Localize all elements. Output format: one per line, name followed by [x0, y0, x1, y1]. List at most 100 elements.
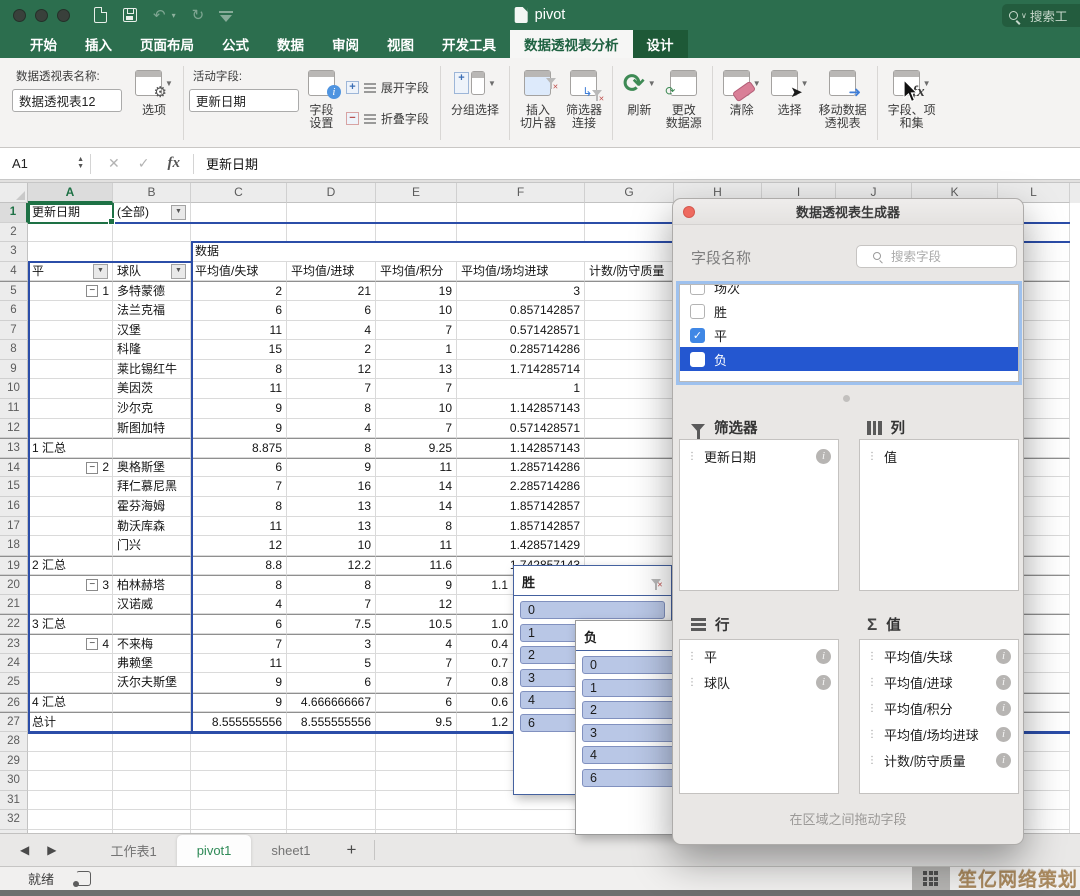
cell-F2[interactable] — [457, 223, 585, 243]
cell-A4[interactable]: 平▼ — [28, 262, 113, 282]
area-item-平均值/失球[interactable]: ⋮平均值/失球i — [860, 643, 1018, 669]
row-header-9[interactable]: 9 — [0, 360, 28, 380]
cell-D31[interactable] — [287, 791, 376, 811]
cell-A11[interactable] — [28, 399, 113, 419]
slicer-item-负-3[interactable]: 3 — [582, 724, 681, 742]
cell-D7[interactable]: 4 — [287, 321, 376, 341]
cell-C28[interactable] — [191, 732, 287, 752]
cell-B14[interactable]: 奥格斯堡 — [113, 458, 191, 478]
cell-B16[interactable]: 霍芬海姆 — [113, 497, 191, 517]
cell-E20[interactable]: 9 — [376, 575, 457, 595]
cell-E16[interactable]: 14 — [376, 497, 457, 517]
cell-E4[interactable]: 平均值/积分 — [376, 262, 457, 282]
row-header-32[interactable]: 32 — [0, 810, 28, 830]
cell-D4[interactable]: 平均值/进球 — [287, 262, 376, 282]
cell-E17[interactable]: 8 — [376, 517, 457, 537]
collapse-group-button[interactable]: − — [86, 462, 98, 474]
cell-C5[interactable]: 2 — [191, 281, 287, 301]
row-header-21[interactable]: 21 — [0, 595, 28, 615]
info-icon[interactable]: i — [996, 753, 1011, 768]
cell-D18[interactable]: 10 — [287, 536, 376, 556]
area-item-平均值/进球[interactable]: ⋮平均值/进球i — [860, 669, 1018, 695]
cell-E13[interactable]: 9.25 — [376, 438, 457, 458]
field-row-胜[interactable]: 胜 — [680, 299, 1018, 323]
cell-E19[interactable]: 11.6 — [376, 556, 457, 576]
cell-B8[interactable]: 科隆 — [113, 340, 191, 360]
cell-F11[interactable]: 1.142857143 — [457, 399, 585, 419]
column-header-D[interactable]: D — [287, 183, 376, 203]
row-header-7[interactable]: 7 — [0, 321, 28, 341]
cell-F10[interactable]: 1 — [457, 379, 585, 399]
normal-view-button[interactable] — [912, 867, 950, 891]
filter-connections-button[interactable]: ↳ 筛选器 连接 — [561, 62, 607, 144]
cell-A20[interactable]: −3 — [28, 575, 113, 595]
cell-E25[interactable]: 7 — [376, 673, 457, 693]
insert-slicer-button[interactable]: 插入 切片器 — [515, 62, 561, 144]
cell-D20[interactable]: 8 — [287, 575, 376, 595]
cell-A27[interactable]: 总计 — [28, 712, 113, 732]
cell-G12[interactable] — [585, 419, 674, 439]
cell-F15[interactable]: 2.285714286 — [457, 477, 585, 497]
slicer-item-负-1[interactable]: 1 — [582, 679, 681, 697]
row-header-22[interactable]: 22 — [0, 614, 28, 634]
area-item-球队[interactable]: ⋮球队i — [680, 669, 838, 695]
field-checkbox-负[interactable] — [690, 352, 705, 367]
ribbon-tab-插入[interactable]: 插入 — [71, 30, 126, 58]
redo-icon[interactable]: ↻ — [192, 8, 205, 23]
cell-F16[interactable]: 1.857142857 — [457, 497, 585, 517]
cell-E22[interactable]: 10.5 — [376, 614, 457, 634]
row-header-1[interactable]: 1 — [0, 203, 28, 223]
area-item-平均值/积分[interactable]: ⋮平均值/积分i — [860, 695, 1018, 721]
cell-A21[interactable] — [28, 595, 113, 615]
cell-G14[interactable] — [585, 458, 674, 478]
area-item-值[interactable]: ⋮值 — [860, 443, 1018, 469]
refresh-button[interactable]: ⟳▼ 刷新 — [618, 62, 661, 144]
filter-dropdown-icon[interactable]: ▼ — [171, 264, 186, 279]
cell-D19[interactable]: 12.2 — [287, 556, 376, 576]
cell-G5[interactable] — [585, 281, 674, 301]
cell-D26[interactable]: 4.666666667 — [287, 693, 376, 713]
cell-C20[interactable]: 8 — [191, 575, 287, 595]
cell-D6[interactable]: 6 — [287, 301, 376, 321]
cell-C11[interactable]: 9 — [191, 399, 287, 419]
ribbon-tab-开始[interactable]: 开始 — [16, 30, 71, 58]
cell-B27[interactable] — [113, 712, 191, 732]
formula-content[interactable]: 更新日期 — [206, 154, 258, 173]
cell-D28[interactable] — [287, 732, 376, 752]
cell-G8[interactable] — [585, 340, 674, 360]
cell-E2[interactable] — [376, 223, 457, 243]
filter-dropdown-icon[interactable]: ▼ — [171, 205, 186, 220]
cell-C21[interactable]: 4 — [191, 595, 287, 615]
minimize-window-button[interactable] — [35, 9, 48, 22]
cell-A16[interactable] — [28, 497, 113, 517]
cell-E23[interactable]: 4 — [376, 634, 457, 654]
cell-A19[interactable]: 2 汇总 — [28, 556, 113, 576]
move-pivottable-button[interactable]: ➜ 移动数据 透视表 — [814, 62, 872, 144]
field-checkbox-平[interactable]: ✓ — [690, 328, 705, 343]
cell-F4[interactable]: 平均值/场均进球 — [457, 262, 585, 282]
cell-B5[interactable]: 多特蒙德 — [113, 281, 191, 301]
row-header-24[interactable]: 24 — [0, 654, 28, 674]
selected-cell-A1[interactable] — [28, 203, 114, 224]
cell-D5[interactable]: 21 — [287, 281, 376, 301]
cell-E26[interactable]: 6 — [376, 693, 457, 713]
select-all-corner[interactable] — [0, 183, 28, 203]
new-file-icon[interactable] — [94, 7, 107, 23]
cell-C6[interactable]: 6 — [191, 301, 287, 321]
change-data-source-button[interactable]: ⟳ 更改 数据源 — [661, 62, 707, 144]
cell-C4[interactable]: 平均值/失球 — [191, 262, 287, 282]
row-header-27[interactable]: 27 — [0, 712, 28, 732]
cell-C3[interactable]: 数据 — [191, 242, 674, 262]
column-header-C[interactable]: C — [191, 183, 287, 203]
cell-D16[interactable]: 13 — [287, 497, 376, 517]
cell-A12[interactable] — [28, 419, 113, 439]
cell-D27[interactable]: 8.555555556 — [287, 712, 376, 732]
ribbon-tab-设计[interactable]: 设计 — [633, 30, 688, 58]
cell-B11[interactable]: 沙尔克 — [113, 399, 191, 419]
cell-G4[interactable]: 计数/防守质量 — [585, 262, 674, 282]
undo-icon[interactable]: ↶ — [153, 8, 166, 23]
cell-C1[interactable] — [191, 203, 287, 223]
cell-E1[interactable] — [376, 203, 457, 223]
cell-C25[interactable]: 9 — [191, 673, 287, 693]
cell-D10[interactable]: 7 — [287, 379, 376, 399]
